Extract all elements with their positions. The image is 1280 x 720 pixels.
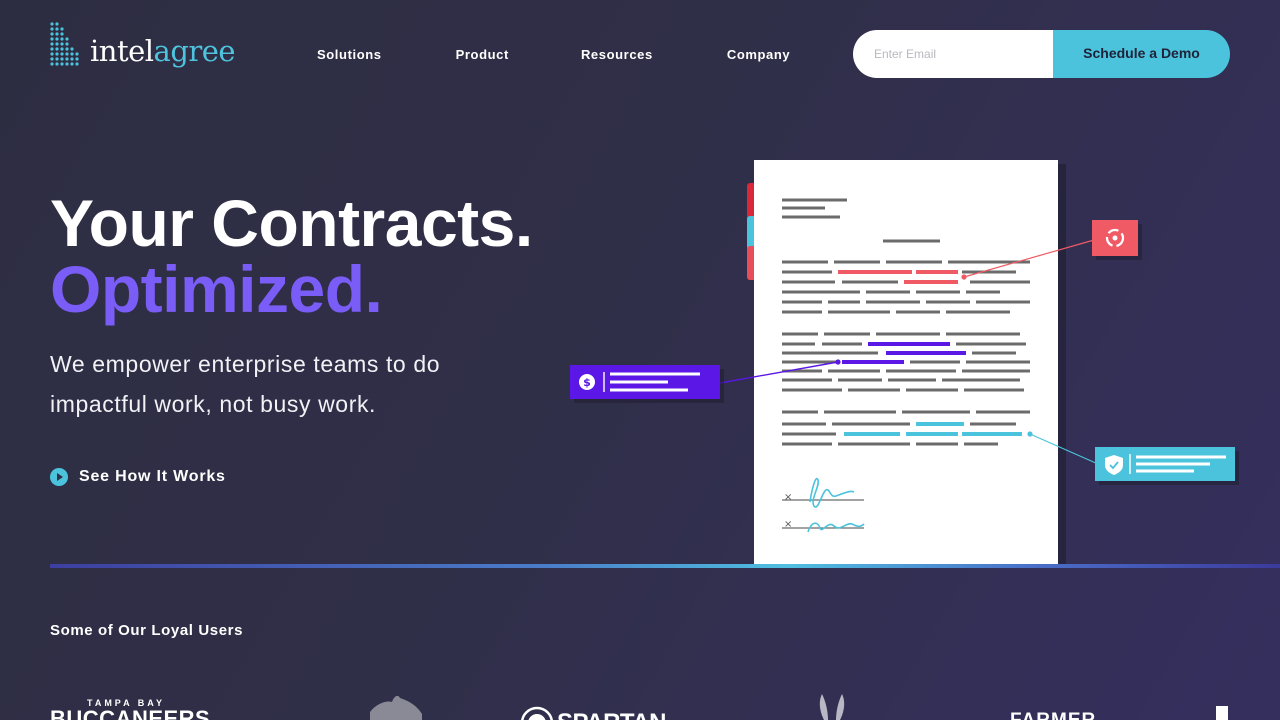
see-how-it-works-label: See How It Works bbox=[79, 468, 226, 485]
brand-name-part1: intel bbox=[90, 34, 154, 68]
logo-text-main: SPARTAN bbox=[557, 709, 666, 720]
hero-subtitle: We empower enterprise teams to do impact… bbox=[50, 351, 441, 417]
brand-logo[interactable]: intelagree bbox=[50, 22, 236, 68]
dot-grid-logo-icon bbox=[50, 22, 84, 68]
spartan-logo: SPARTAN bbox=[520, 706, 666, 720]
schedule-demo-button[interactable]: Schedule a Demo bbox=[1053, 30, 1230, 78]
demo-signup-form: Schedule a Demo bbox=[853, 30, 1230, 78]
wings-logo bbox=[810, 694, 854, 720]
clients-title: Some of Our Loyal Users bbox=[50, 622, 244, 639]
partial-logo bbox=[1216, 706, 1228, 720]
brand-name-part2: agree bbox=[153, 34, 236, 68]
contract-illustration: × × $ bbox=[560, 150, 1260, 564]
logo-text-main: BUCCANEERS bbox=[50, 706, 211, 720]
tampa-bay-buccaneers-logo: TAMPA BAY BUCCANEERS bbox=[50, 698, 210, 720]
bull-logo bbox=[366, 694, 426, 720]
email-input[interactable] bbox=[853, 30, 1053, 78]
play-circle-icon bbox=[50, 468, 68, 486]
svg-text:×: × bbox=[784, 519, 792, 530]
main-nav: Solutions Product Resources Company bbox=[317, 47, 790, 62]
logo-text-main: FARMER bbox=[1010, 710, 1096, 720]
section-divider bbox=[50, 564, 1280, 568]
svg-text:×: × bbox=[784, 492, 792, 503]
hero-title-line2: Optimized. bbox=[50, 252, 383, 326]
dollar-icon: $ bbox=[579, 374, 595, 390]
see-how-it-works-link[interactable]: See How It Works bbox=[50, 468, 226, 486]
svg-text:$: $ bbox=[583, 376, 591, 389]
nav-item-product[interactable]: Product bbox=[456, 47, 509, 62]
nav-item-company[interactable]: Company bbox=[727, 47, 790, 62]
hero-title-line1: Your Contracts. bbox=[50, 186, 533, 260]
client-logos: TAMPA BAY BUCCANEERS SPARTAN FARMER bbox=[0, 690, 1280, 720]
nav-item-solutions[interactable]: Solutions bbox=[317, 47, 382, 62]
nav-item-resources[interactable]: Resources bbox=[581, 47, 653, 62]
brand-wordmark: intelagree bbox=[90, 34, 236, 68]
farmer-logo: FARMER bbox=[1010, 710, 1096, 720]
